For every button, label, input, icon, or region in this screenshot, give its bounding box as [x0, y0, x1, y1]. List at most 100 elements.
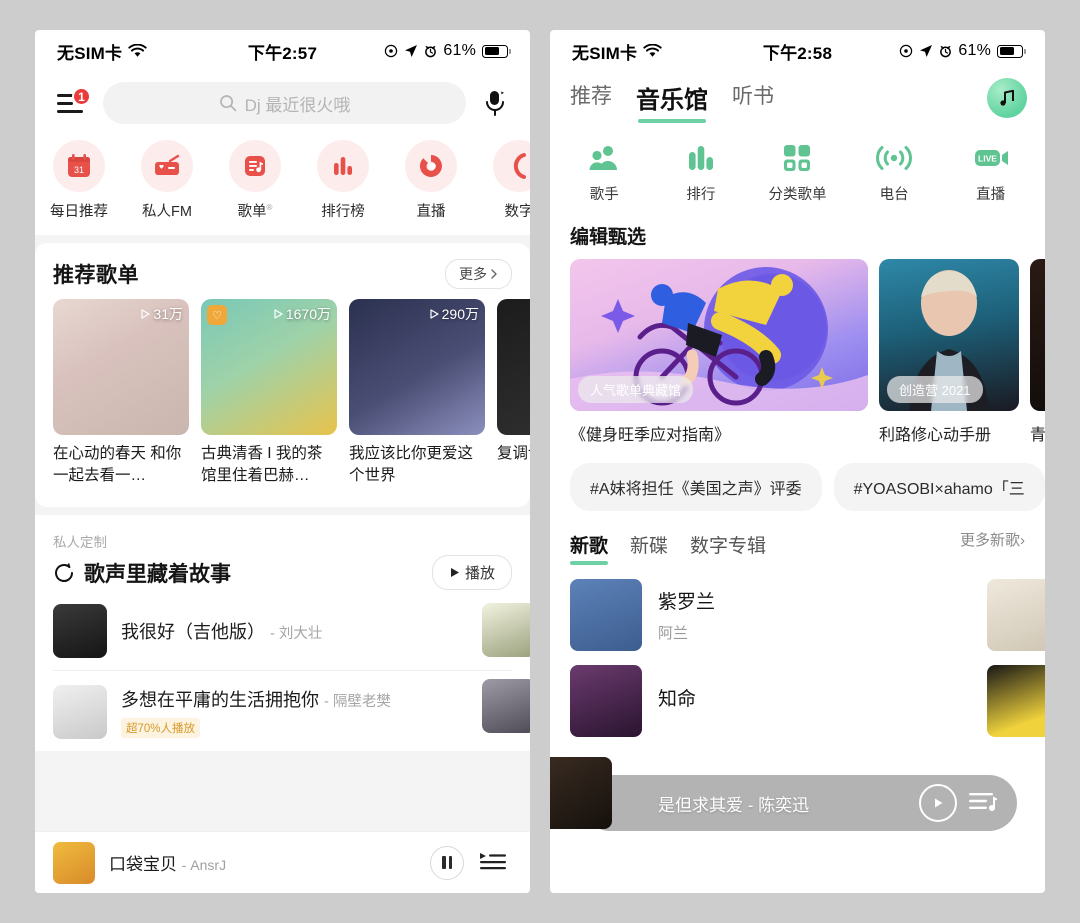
playlist-name: 古典清香 I 我的茶馆里住着巴赫…	[201, 445, 323, 485]
song-popularity-tag: 超70%人播放	[121, 718, 201, 738]
quick-icon-rank[interactable]: 排行	[653, 137, 750, 204]
private-subtitle: 私人定制	[53, 535, 107, 550]
hashtag-chip[interactable]: #YOASOBI×ahamo「三	[833, 463, 1045, 511]
voice-search-button[interactable]	[480, 89, 510, 117]
singer-icon	[589, 146, 618, 170]
playlist-icon	[245, 156, 265, 176]
mini-player-cover	[53, 841, 95, 884]
left-content: 1 Dj 最近很火哦 31 每日推荐 私人FM 歌单® 排行榜 直播 数字 推荐…	[35, 72, 530, 893]
wifi-icon	[128, 44, 147, 57]
quick-icon-live[interactable]: 直播	[387, 140, 475, 221]
quick-icon-live[interactable]: LIVE 直播	[942, 137, 1039, 204]
digital-icon-wrap	[493, 140, 530, 192]
quick-icon-playlist[interactable]: 歌单®	[211, 140, 299, 221]
calendar-icon: 31	[68, 154, 90, 177]
mini-player-artist: - AnsrJ	[181, 857, 227, 873]
recommended-playlists-row[interactable]: 31万 在心动的春天 和你一起去看一… ♡ 1670万 古典清香 I 我的茶馆里…	[35, 299, 530, 493]
playlist-card[interactable]: 复调调律	[497, 299, 530, 489]
music-note-icon	[1000, 89, 1014, 106]
profile-avatar[interactable]	[987, 78, 1027, 118]
playlist-card[interactable]: 290万 我应该比你更爱这个世界	[349, 299, 485, 489]
quick-icon-fm[interactable]: 私人FM	[123, 140, 211, 221]
editor-card-tag: 人气歌单典藏馆	[578, 376, 694, 403]
battery-percent: 61%	[958, 42, 991, 59]
quick-icon-daily[interactable]: 31 每日推荐	[35, 140, 123, 221]
screenshot-stage: 无SIM卡 下午2:57 61% 1 Dj 最近很火哦 31 每日推荐 私人FM…	[0, 0, 1080, 923]
quick-icon-label: 排行榜	[321, 204, 365, 220]
mini-player-left[interactable]: 口袋宝贝 - AnsrJ	[35, 831, 530, 893]
svg-text:31: 31	[74, 165, 84, 175]
heart-badge-icon: ♡	[207, 305, 227, 325]
playlist-queue-button[interactable]	[967, 790, 1001, 817]
status-bar-left: 无SIM卡 下午2:57 61%	[35, 30, 530, 72]
more-playlists-button[interactable]: 更多	[445, 259, 512, 289]
more-new-songs-button[interactable]: 更多新歌›	[960, 529, 1025, 550]
playlist-name: 在心动的春天 和你一起去看一…	[53, 445, 182, 485]
editor-card-name: 《健身旺季应对指南》	[570, 427, 731, 444]
mini-player-cover	[550, 757, 624, 829]
playlist-card[interactable]: ♡ 1670万 古典清香 I 我的茶馆里住着巴赫…	[201, 299, 337, 489]
editor-cards-row[interactable]: 人气歌单典藏馆 创造营 2021	[550, 259, 1045, 411]
status-right-group: 61%	[873, 42, 1026, 60]
peek-card	[987, 579, 1045, 651]
menu-hamburger-icon[interactable]: 1	[55, 87, 91, 118]
status-right-group: 61%	[358, 42, 511, 60]
mini-player-right[interactable]: 是但求其爱 - 陈奕迅	[550, 757, 1017, 831]
pause-button[interactable]	[430, 845, 464, 880]
tab-music-hall[interactable]: 音乐馆	[636, 80, 708, 123]
tab-recommend[interactable]: 推荐	[570, 80, 612, 118]
private-custom-section: 私人定制 歌声里藏着故事 播放 我很好（吉他版） - 刘大壮 多想在平庸的生活拥…	[35, 515, 530, 751]
playlist-cover: ♡ 1670万	[201, 299, 337, 435]
new-song-row[interactable]: 紫罗兰 阿兰	[550, 565, 1045, 651]
quick-icon-radio[interactable]: 电台	[846, 137, 943, 204]
status-time: 下午2:57	[247, 43, 318, 63]
editor-card[interactable]	[1030, 259, 1045, 411]
quick-icon-digital[interactable]: 数字	[475, 140, 530, 221]
tab-new-songs[interactable]: 新歌	[570, 531, 609, 565]
quick-icon-category[interactable]: 分类歌单	[749, 137, 846, 204]
editor-card-name: 利路修心动手册	[879, 427, 992, 444]
editor-section-title: 编辑甄选	[570, 227, 647, 248]
play-button[interactable]	[919, 784, 957, 822]
quick-icon-label: 直播	[976, 187, 1006, 203]
quick-icon-label: 数字	[504, 204, 531, 220]
lock-rotation-icon	[385, 44, 398, 58]
chevron-right-icon	[491, 269, 497, 279]
tab-digital-albums[interactable]: 数字专辑	[690, 531, 766, 565]
playlist-icon-wrap	[229, 140, 281, 192]
song-row[interactable]: 我很好（吉他版） - 刘大壮	[53, 590, 512, 671]
radio-wave-icon-wrap	[846, 137, 943, 179]
playlist-queue-button[interactable]	[478, 849, 512, 876]
grid-icon-wrap	[749, 137, 846, 179]
live-camera-icon: LIVE	[974, 150, 1008, 166]
play-triangle-icon	[430, 309, 439, 319]
hashtag-row[interactable]: #A妹将担任《美国之声》评委 #YOASOBI×ahamo「三	[550, 445, 1045, 527]
search-input[interactable]: Dj 最近很火哦	[103, 82, 466, 124]
editor-card[interactable]: 创造营 2021	[879, 259, 1019, 411]
editor-card[interactable]: 人气歌单典藏馆	[570, 259, 868, 411]
playlist-cover: 290万	[349, 299, 485, 435]
calendar-icon-wrap: 31	[53, 140, 105, 192]
carrier-label: 无SIM卡	[572, 43, 638, 63]
live-icon-wrap	[405, 140, 457, 192]
song-artist: 阿兰	[658, 625, 689, 642]
tab-audiobook[interactable]: 听书	[732, 80, 774, 118]
hashtag-chip[interactable]: #A妹将担任《美国之声》评委	[570, 463, 822, 511]
tab-new-albums[interactable]: 新碟	[630, 531, 668, 565]
new-song-row[interactable]: 知命	[550, 651, 1045, 737]
queue-list-icon	[969, 792, 998, 811]
battery-percent: 61%	[443, 42, 476, 59]
playlist-card[interactable]: 31万 在心动的春天 和你一起去看一…	[53, 299, 189, 489]
private-play-button[interactable]: 播放	[431, 555, 512, 590]
grid-icon	[784, 145, 811, 171]
refresh-icon	[55, 562, 73, 582]
carrier-label: 无SIM卡	[57, 43, 123, 63]
play-label: 播放	[464, 565, 495, 582]
quick-icon-chart[interactable]: 排行榜	[299, 140, 387, 221]
quick-icon-singer[interactable]: 歌手	[556, 137, 653, 204]
quick-icon-label: 电台	[879, 187, 909, 203]
song-row[interactable]: 多想在平庸的生活拥抱你 - 隔壁老樊 超70%人播放	[53, 671, 512, 751]
battery-icon	[482, 44, 511, 58]
right-content: 推荐 音乐馆 听书 歌手 排行 分类歌单 电台 LIVE 直播 编辑甄选 人气歌…	[550, 72, 1045, 893]
phone-left-netease-music: 无SIM卡 下午2:57 61% 1 Dj 最近很火哦 31 每日推荐 私人FM…	[35, 30, 530, 893]
